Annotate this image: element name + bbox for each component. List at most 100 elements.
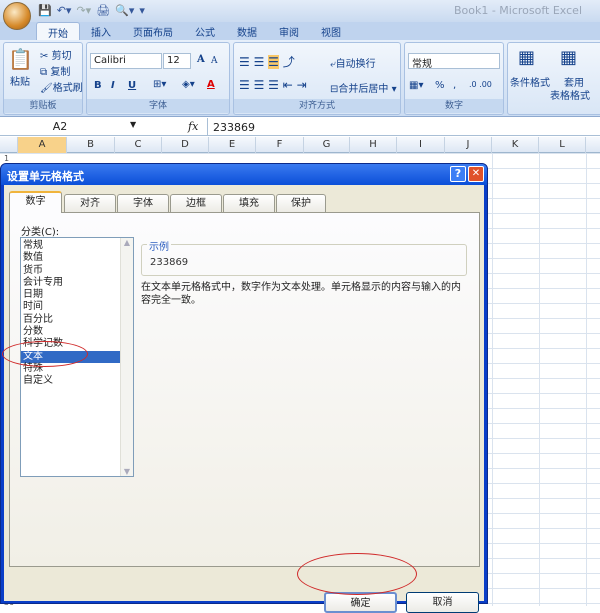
cut-button[interactable]: ✂ 剪切 [40,47,72,62]
highlight-annotation [297,553,417,595]
tab-protection[interactable]: 保护 [276,194,326,212]
align-top-icon[interactable]: ☰ ☰ ☰ ⤴ [239,53,295,70]
list-item[interactable]: 会计专用 [21,277,121,289]
column-header[interactable]: I [397,137,445,153]
list-item[interactable]: 时间 [21,301,121,313]
number-tab-panel: 分类(C): 常规 数值 货币 会计专用 日期 时间 百分比 分数 科学记数 文… [9,212,480,567]
name-box[interactable]: A2 [40,120,80,133]
tab-formulas[interactable]: 公式 [184,22,226,40]
tab-review[interactable]: 审阅 [268,22,310,40]
merge-center-button[interactable]: ⊟合并后居中 ▾ [330,80,397,95]
column-header[interactable]: K [492,137,539,153]
conditional-format-button[interactable]: 条件格式 [510,74,550,89]
tab-view[interactable]: 视图 [310,22,352,40]
styles-group: ▦ 条件格式 ▦ 套用 表格格式 [507,42,600,115]
clipboard-label: 剪贴板 [4,99,82,113]
tab-number[interactable]: 数字 [9,191,62,213]
window-title: Book1 - Microsoft Excel [453,4,582,17]
row-number: 1 [4,154,10,163]
list-scrollbar[interactable]: ▲ ▼ [120,238,133,476]
office-button[interactable] [3,2,31,30]
bold-button[interactable]: B [94,80,102,91]
formula-divider [207,118,208,136]
tab-fill[interactable]: 填充 [223,194,275,212]
customize-qat-icon[interactable]: ▾ [139,4,145,17]
list-item[interactable]: 数值 [21,252,121,264]
help-button[interactable]: ? [450,166,466,182]
copy-button[interactable]: ⧉ 复制 [40,63,70,78]
underline-button[interactable]: U [128,80,136,91]
fill-color-icon[interactable]: ◈▾ [182,79,195,90]
close-button[interactable]: ✕ [468,166,484,182]
column-header[interactable]: L [539,137,586,153]
ribbon: 📋 粘贴 ✂ 剪切 ⧉ 复制 🖌格式刷 剪贴板 Calibri 12 A A B… [0,40,600,117]
conditional-format-icon: ▦ [518,47,536,68]
merge-center-label: 合并后居中 [338,84,389,95]
border-icon[interactable]: ⊞▾ [153,79,166,90]
column-header[interactable]: D [162,137,209,153]
alignment-label: 对齐方式 [234,99,400,113]
list-item[interactable]: 货币 [21,265,121,277]
paste-icon[interactable]: 📋 [8,47,33,71]
cancel-button[interactable]: 取消 [406,592,479,613]
grid-line [539,153,540,606]
highlight-annotation [2,341,88,367]
font-color-button[interactable]: A [207,79,215,90]
accounting-icon[interactable]: ▦▾ [409,80,423,91]
fx-icon[interactable]: fx [188,120,198,133]
name-box-dropdown-icon[interactable]: ▼ [130,120,136,129]
dialog-title-bar[interactable]: 设置单元格格式 ? ✕ [1,164,487,185]
redo-icon[interactable]: ↷▾ [76,4,91,17]
select-all-corner[interactable] [0,137,18,153]
column-header[interactable]: F [256,137,304,153]
undo-icon[interactable]: ↶▾ [57,4,72,17]
format-painter-button[interactable]: 🖌格式刷 [40,79,83,94]
wrap-text-button[interactable]: ⤶自动换行 [330,55,376,70]
italic-button[interactable]: I [111,80,115,91]
table-format-label: 表格格式 [550,91,590,102]
column-header[interactable]: J [445,137,492,153]
list-item[interactable]: 常规 [21,240,121,252]
column-header[interactable]: G [304,137,350,153]
list-item[interactable]: 日期 [21,289,121,301]
percent-button[interactable]: % [435,80,445,91]
category-label: 分类(C): [21,227,60,238]
number-format-select[interactable]: 常规 [408,53,500,70]
list-item[interactable]: 分数 [21,326,121,338]
tab-page-layout[interactable]: 页面布局 [122,22,184,40]
tab-data[interactable]: 数据 [226,22,268,40]
grow-font-button[interactable]: A [197,54,205,65]
tab-insert[interactable]: 插入 [80,22,122,40]
grid-line [492,153,493,606]
column-header[interactable]: C [115,137,162,153]
alignment-group: ☰ ☰ ☰ ⤴ ☰ ☰ ☰ ⇤ ⇥ ⤶自动换行 ⊟合并后居中 ▾ 对齐方式 [233,42,401,115]
font-size-select[interactable]: 12 [163,53,191,69]
shrink-font-button[interactable]: A [211,56,218,66]
decimal-icons[interactable]: .0 .00 [469,80,492,89]
sample-box: 示例 233869 [141,238,467,276]
wrap-text-label: 自动换行 [335,59,376,70]
print-icon[interactable]: 🖨 [96,4,110,17]
tab-alignment[interactable]: 对齐 [64,194,116,212]
sample-value: 233869 [150,257,189,268]
tab-font[interactable]: 字体 [117,194,169,212]
save-icon[interactable]: 💾 [38,4,52,17]
column-header[interactable]: H [350,137,397,153]
scroll-up-icon[interactable]: ▲ [121,238,133,247]
formula-input[interactable]: 233869 [213,121,255,134]
paste-button[interactable]: 粘贴 [10,73,30,88]
column-header[interactable]: E [209,137,256,153]
tab-home[interactable]: 开始 [36,22,80,40]
list-item[interactable]: 自定义 [21,375,121,387]
column-header[interactable]: A [18,137,67,153]
list-item[interactable]: 百分比 [21,314,121,326]
font-name-select[interactable]: Calibri [90,53,162,69]
scroll-down-icon[interactable]: ▼ [121,467,133,476]
column-header[interactable]: B [67,137,115,153]
format-cells-dialog: 设置单元格格式 ? ✕ 数字 对齐 字体 边框 填充 保护 分类(C): 常规 … [0,163,488,613]
comma-button[interactable]: , [453,80,456,91]
align-left-center-right-icon[interactable]: ☰ ☰ ☰ ⇤ ⇥ [239,78,307,92]
ok-button[interactable]: 确定 [324,592,397,613]
tab-border[interactable]: 边框 [170,194,222,212]
print-preview-icon[interactable]: 🔍▾ [115,4,134,17]
